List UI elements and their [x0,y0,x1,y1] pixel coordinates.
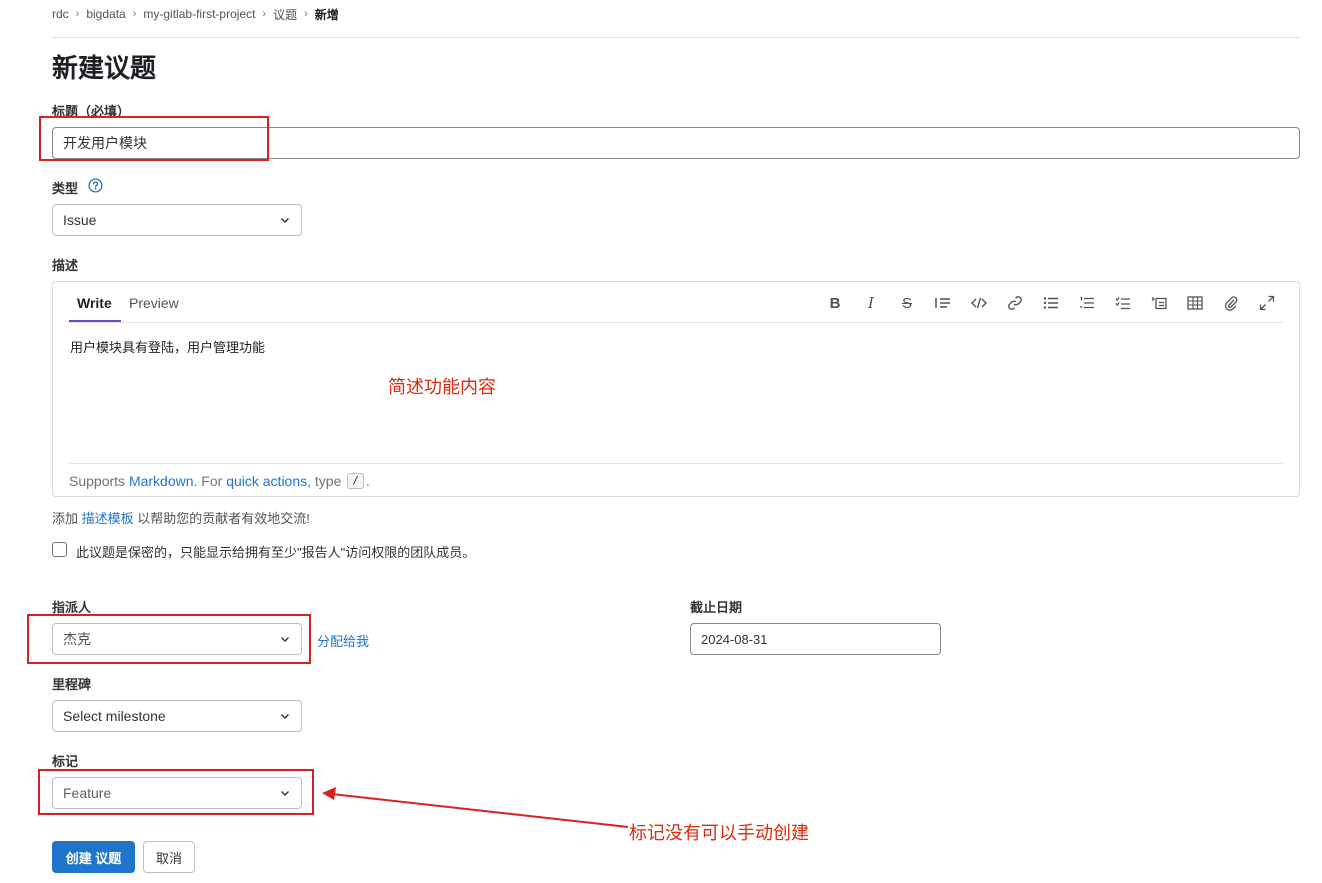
breadcrumb-item-bigdata[interactable]: bigdata [86,7,125,21]
markdown-link[interactable]: Markdown [129,473,194,489]
type-select-value: Issue [63,212,97,228]
page-title: 新建议题 [52,53,157,83]
task-list-icon[interactable] [1114,294,1132,312]
markdown-editor: Write Preview B I S 用户模块具有登陆，用户管理功能 Supp… [52,281,1300,497]
template-hint-prefix: 添加 [52,511,79,526]
editor-footer-divider [69,463,1283,464]
template-hint: 添加 描述模板 以帮助您的贡献者有效地交流! [52,508,310,527]
type-select[interactable]: Issue [52,204,302,236]
create-issue-button[interactable]: 创建 议题 [52,841,135,873]
bold-icon[interactable]: B [826,294,844,312]
header-divider [52,37,1300,38]
chevron-down-icon [281,714,289,719]
fullscreen-icon[interactable] [1258,294,1276,312]
due-date-value: 2024-08-31 [701,631,768,647]
tab-write[interactable]: Write [77,294,112,312]
breadcrumb-separator-icon: › [304,8,308,20]
annotation-arrow-icon [322,787,629,828]
code-icon[interactable] [970,294,988,312]
footer-middle: . For [193,473,223,489]
annotation-labels-note: 标记没有可以手动创建 [629,823,809,843]
breadcrumb-item-project[interactable]: my-gitlab-first-project [143,7,255,21]
type-label: 类型 [52,181,79,196]
template-hint-suffix: 以帮助您的贡献者有效地交流! [137,511,310,526]
confidential-checkbox[interactable] [52,542,67,557]
collapsible-section-icon[interactable] [1150,294,1168,312]
editor-tab-divider [69,322,1283,323]
annotation-box-assignee [27,614,311,664]
breadcrumb-item-rdc[interactable]: rdc [52,7,69,21]
tab-preview[interactable]: Preview [129,294,179,312]
breadcrumb-item-issues[interactable]: 议题 [273,6,297,23]
question-circle-icon[interactable] [88,178,103,193]
bullet-list-icon[interactable] [1042,294,1060,312]
annotation-box-title [39,116,269,161]
editor-footer: Supports Markdown. For quick actions, ty… [69,473,370,489]
footer-prefix: Supports [69,473,126,489]
strikethrough-icon[interactable]: S [898,294,916,312]
quote-icon[interactable] [934,294,952,312]
italic-icon[interactable]: I [862,294,880,312]
slash-kbd: / [347,473,364,489]
breadcrumb-separator-icon: › [132,8,137,20]
breadcrumb-separator-icon: › [262,8,267,20]
annotation-box-labels [38,769,314,815]
due-date-input[interactable]: 2024-08-31 [690,623,941,655]
attach-file-icon[interactable] [1222,294,1240,312]
chevron-down-icon [281,218,289,223]
milestone-select-value: Select milestone [63,708,166,724]
annotation-description-note: 简述功能内容 [388,377,496,397]
link-icon[interactable] [1006,294,1024,312]
breadcrumb-separator-icon: › [75,8,80,20]
due-date-label: 截止日期 [690,600,743,615]
footer-type-text: , type [307,473,342,489]
description-textarea[interactable]: 用户模块具有登陆，用户管理功能 [70,337,265,356]
breadcrumb-item-new: 新增 [314,7,339,22]
labels-label: 标记 [52,754,79,769]
description-label: 描述 [52,258,79,273]
numbered-list-icon[interactable] [1078,294,1096,312]
breadcrumb: rdc › bigdata › my-gitlab-first-project … [52,6,339,22]
cancel-button[interactable]: 取消 [143,841,195,873]
table-icon[interactable] [1186,294,1204,312]
milestone-select[interactable]: Select milestone [52,700,302,732]
assign-to-me-link[interactable]: 分配给我 [317,631,369,650]
quick-actions-link[interactable]: quick actions [226,473,307,489]
milestone-label: 里程碑 [52,677,92,692]
footer-suffix: . [365,473,370,489]
description-template-link[interactable]: 描述模板 [82,511,134,526]
confidential-label: 此议题是保密的，只能显示给拥有至少"报告人"访问权限的团队成员。 [76,545,476,560]
